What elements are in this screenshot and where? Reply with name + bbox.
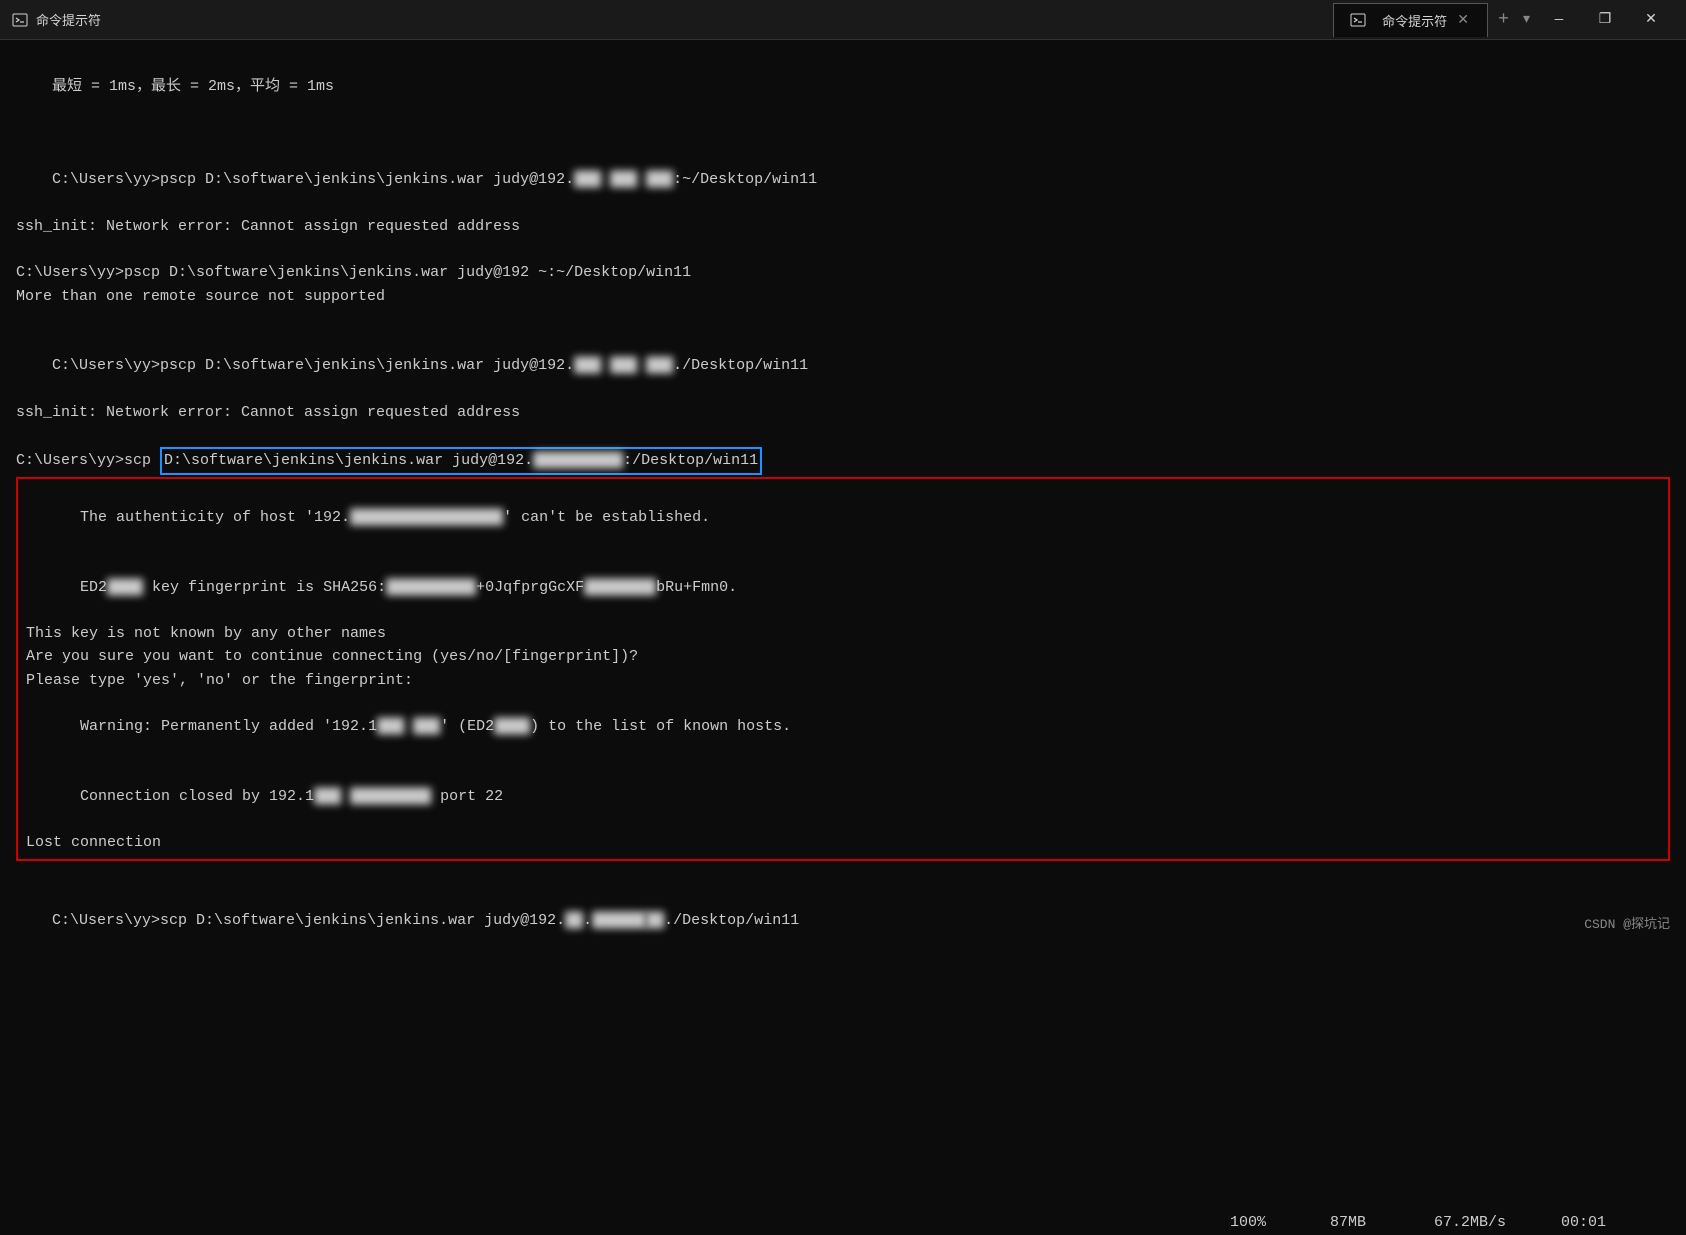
auth-line-3: This key is not known by any other names xyxy=(26,622,1660,645)
auth-line7-prefix: Connection closed by 192.1 xyxy=(80,788,314,805)
tab-label: 命令提示符 xyxy=(1382,11,1447,30)
terminal-window: 最短 = 1ms，最长 = 2ms，平均 = 1ms C:\Users\yy>p… xyxy=(0,40,1686,940)
auth-line-7: Connection closed by 192.1███ █████████ … xyxy=(26,762,1660,832)
auth-line2-mid: key fingerprint is SHA256: xyxy=(143,579,386,596)
scp-after1-ip2: ██████ xyxy=(592,909,646,932)
auth-line6-ed: ████ xyxy=(494,715,530,738)
auth-line7-ip2: █████████ xyxy=(350,785,431,808)
auth-line-1: The authenticity of host '192.██████████… xyxy=(26,483,1660,553)
auth-line6-prefix: Warning: Permanently added '192.1 xyxy=(80,718,377,735)
auth-line1-ip: █████████████████ xyxy=(350,506,503,529)
terminal-line-empty-2 xyxy=(16,238,1670,261)
pscp-line1-ip: ███ ███ ███ xyxy=(574,168,673,191)
terminal-line-stats: 最短 = 1ms，最长 = 2ms，平均 = 1ms xyxy=(16,52,1670,122)
close-button[interactable]: ✕ xyxy=(1628,0,1674,40)
terminal-line-morethan: More than one remote source not supporte… xyxy=(16,285,1670,308)
terminal-line-empty-1 xyxy=(16,122,1670,145)
pscp-line3-prefix: C:\Users\yy>pscp D:\software\jenkins\jen… xyxy=(52,357,574,374)
tab-terminal-icon xyxy=(1350,12,1366,28)
window-title: 命令提示符 xyxy=(36,10,1313,29)
terminal-line-empty-5 xyxy=(16,863,1670,886)
auth-line-6: Warning: Permanently added '192.1███ ███… xyxy=(26,692,1660,762)
scp-after1-prefix: C:\Users\yy>scp D:\software\jenkins\jenk… xyxy=(52,912,565,929)
title-bar: 命令提示符 命令提示符 ✕ + ▾ — ❐ ✕ xyxy=(0,0,1686,40)
tab-close-button[interactable]: ✕ xyxy=(1455,12,1471,28)
auth-line7-suffix: port 22 xyxy=(431,788,503,805)
tab-dropdown-button[interactable]: ▾ xyxy=(1517,11,1536,28)
red-block-auth: The authenticity of host '192.██████████… xyxy=(16,477,1670,861)
auth-line2-ed: ED2 xyxy=(80,579,107,596)
watermark: CSDN @探坑记 xyxy=(1584,915,1670,935)
terminal-icon xyxy=(12,12,28,28)
auth-line6-mid: ' (ED2 xyxy=(440,718,494,735)
terminal-line-empty-4 xyxy=(16,424,1670,447)
terminal-line-sshinit-2: ssh_init: Network error: Cannot assign r… xyxy=(16,401,1670,424)
terminal-line-pscp-2: C:\Users\yy>pscp D:\software\jenkins\jen… xyxy=(16,261,1670,284)
scp-after1-suffix: ./Desktop/win11 xyxy=(664,912,799,929)
auth-line-4: Are you sure you want to continue connec… xyxy=(26,645,1660,668)
auth-line2-blurred: ████ xyxy=(107,576,143,599)
scp-cmd-text: D:\software\jenkins\jenkins.war judy@192… xyxy=(164,452,533,469)
window-controls: — ❐ ✕ xyxy=(1536,0,1674,40)
auth-line-2: ED2████ key fingerprint is SHA256:██████… xyxy=(26,552,1660,622)
terminal-line-sshinit-1: ssh_init: Network error: Cannot assign r… xyxy=(16,215,1670,238)
auth-line2-blurred2: ████████ xyxy=(584,576,656,599)
pscp-line3-suffix: ./Desktop/win11 xyxy=(673,357,808,374)
scp-after1-ip3: ██ xyxy=(646,909,664,932)
pscp-line1-prefix: C:\Users\yy>pscp D:\software\jenkins\jen… xyxy=(52,171,574,188)
scp-after1-dot: . xyxy=(583,912,592,929)
auth-line6-suffix: ) to the list of known hosts. xyxy=(530,718,791,735)
auth-line6-ip: ███ ███ xyxy=(377,715,440,738)
terminal-line-scp-after1: C:\Users\yy>scp D:\software\jenkins\jenk… xyxy=(16,886,1670,940)
auth-line1-suffix: ' can't be established. xyxy=(503,509,710,526)
auth-line2-suffix: +0JqfprgGcXF xyxy=(476,579,584,596)
scp-highlighted-cmd: D:\software\jenkins\jenkins.war judy@192… xyxy=(160,447,762,474)
auth-line2-suffix2: bRu+Fmn0. xyxy=(656,579,737,596)
tab-area: 命令提示符 ✕ + ▾ xyxy=(1333,3,1536,37)
pscp-line1-suffix: :~/Desktop/win11 xyxy=(673,171,817,188)
minimize-button[interactable]: — xyxy=(1536,0,1582,40)
scp-cmd-ip: ██████████ xyxy=(533,449,623,472)
scp-cmd-suffix: :/Desktop/win11 xyxy=(623,452,758,469)
auth-line-8: Lost connection xyxy=(26,831,1660,854)
auth-line1-prefix: The authenticity of host '192. xyxy=(80,509,350,526)
terminal-line-pscp-3: C:\Users\yy>pscp D:\software\jenkins\jen… xyxy=(16,331,1670,401)
terminal-line-pscp-1: C:\Users\yy>pscp D:\software\jenkins\jen… xyxy=(16,145,1670,215)
pscp-line3-ip: ███ ███ ███ xyxy=(574,354,673,377)
active-tab[interactable]: 命令提示符 ✕ xyxy=(1333,3,1488,37)
auth-line2-hash: ██████████ xyxy=(386,576,476,599)
auth-line-5: Please type 'yes', 'no' or the fingerpri… xyxy=(26,669,1660,692)
restore-button[interactable]: ❐ xyxy=(1582,0,1628,40)
auth-line7-ip1: ███ xyxy=(314,785,341,808)
scp-after1-ip1: ██ xyxy=(565,909,583,932)
new-tab-button[interactable]: + xyxy=(1490,3,1517,37)
terminal-line-scp-highlighted: C:\Users\yy>scp D:\software\jenkins\jenk… xyxy=(16,447,1670,474)
scp-prefix: C:\Users\yy>scp xyxy=(16,449,160,472)
terminal-line-empty-3 xyxy=(16,308,1670,331)
